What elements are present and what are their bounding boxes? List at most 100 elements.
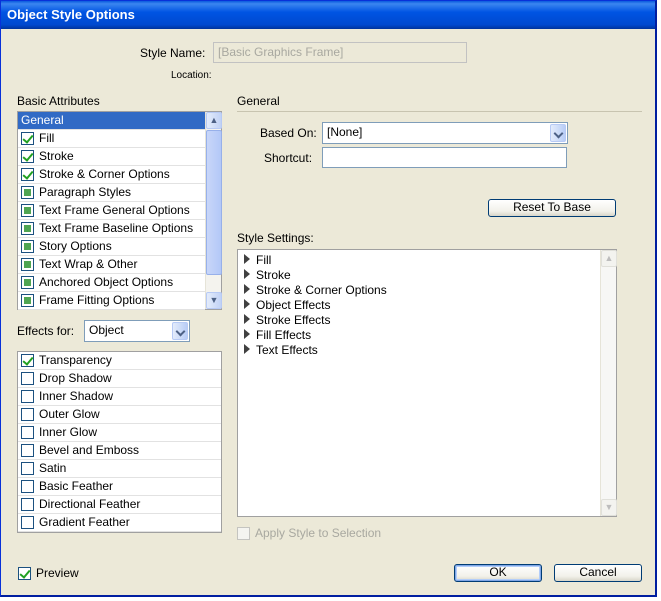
checkbox-ignore-icon[interactable] — [21, 276, 34, 289]
preview-option[interactable]: Preview — [18, 566, 79, 580]
effect-item[interactable]: Directional Feather — [18, 496, 221, 514]
scroll-down-icon[interactable]: ▼ — [206, 292, 222, 309]
style-setting-item[interactable]: Object Effects — [244, 298, 330, 312]
basic-attribute-item[interactable]: Anchored Object Options — [18, 274, 205, 292]
style-settings-label: Style Settings: — [237, 231, 314, 245]
basic-attribute-item[interactable]: Fill — [18, 130, 205, 148]
effect-checkbox[interactable] — [21, 372, 34, 385]
preview-label: Preview — [36, 566, 79, 580]
style-setting-item[interactable]: Fill — [244, 253, 271, 267]
basic-attribute-item[interactable]: Text Frame Baseline Options — [18, 220, 205, 238]
effect-checkbox[interactable] — [21, 354, 34, 367]
scroll-up-icon[interactable]: ▲ — [601, 250, 617, 267]
basic-attribute-label: Text Wrap & Other — [39, 257, 138, 271]
preview-checkbox[interactable] — [18, 567, 31, 580]
checkbox-checked-icon[interactable] — [21, 150, 34, 163]
chevron-down-icon[interactable] — [550, 124, 566, 142]
cancel-button[interactable]: Cancel — [554, 564, 642, 582]
based-on-value: [None] — [327, 125, 363, 139]
shortcut-label: Shortcut: — [264, 151, 313, 165]
checkbox-ignore-icon[interactable] — [21, 222, 34, 235]
effect-item[interactable]: Inner Shadow — [18, 388, 221, 406]
checkbox-ignore-icon[interactable] — [21, 258, 34, 271]
apply-style-checkbox[interactable] — [237, 527, 250, 540]
effect-checkbox[interactable] — [21, 444, 34, 457]
effect-checkbox[interactable] — [21, 390, 34, 403]
basic-attributes-scrollbar[interactable]: ▲ ▼ — [205, 112, 222, 309]
effect-item[interactable]: Basic Feather — [18, 478, 221, 496]
effect-label: Basic Feather — [39, 479, 114, 493]
expand-triangle-icon[interactable] — [244, 254, 250, 264]
effect-label: Bevel and Emboss — [39, 443, 140, 457]
apply-style-label: Apply Style to Selection — [255, 526, 382, 540]
style-settings-scrollbar[interactable]: ▲ ▼ — [600, 250, 617, 516]
style-setting-item[interactable]: Stroke & Corner Options — [244, 283, 387, 297]
basic-attribute-item[interactable]: Frame Fitting Options — [18, 292, 205, 310]
effect-checkbox[interactable] — [21, 498, 34, 511]
style-setting-label: Stroke Effects — [256, 313, 331, 327]
checkbox-ignore-icon[interactable] — [21, 294, 34, 307]
apply-style-option[interactable]: Apply Style to Selection — [237, 526, 381, 540]
window-title: Object Style Options — [7, 7, 135, 22]
scroll-up-icon[interactable]: ▲ — [206, 112, 222, 129]
expand-triangle-icon[interactable] — [244, 314, 250, 324]
effect-label: Outer Glow — [39, 407, 100, 421]
checkbox-checked-icon[interactable] — [21, 132, 34, 145]
style-setting-item[interactable]: Text Effects — [244, 343, 318, 357]
style-setting-item[interactable]: Stroke Effects — [244, 313, 330, 327]
effect-item[interactable]: Satin — [18, 460, 221, 478]
style-setting-item[interactable]: Fill Effects — [244, 328, 311, 342]
expand-triangle-icon[interactable] — [244, 344, 250, 354]
effect-item[interactable]: Bevel and Emboss — [18, 442, 221, 460]
effects-list: Transparency Drop Shadow Inner Shadow Outer… — [17, 351, 222, 533]
basic-attribute-item[interactable]: Story Options — [18, 238, 205, 256]
scroll-down-icon[interactable]: ▼ — [601, 499, 617, 516]
effect-checkbox[interactable] — [21, 408, 34, 421]
checkbox-checked-icon[interactable] — [21, 168, 34, 181]
style-setting-label: Text Effects — [256, 343, 318, 357]
based-on-label: Based On: — [260, 126, 317, 140]
style-name-input[interactable]: [Basic Graphics Frame] — [213, 42, 467, 63]
style-setting-label: Fill Effects — [256, 328, 312, 342]
effect-label: Gradient Feather — [39, 515, 130, 529]
style-setting-label: Stroke — [256, 268, 291, 282]
basic-attribute-label: General — [21, 113, 64, 127]
checkbox-ignore-icon[interactable] — [21, 186, 34, 199]
chevron-down-icon[interactable] — [172, 322, 188, 340]
effect-checkbox[interactable] — [21, 462, 34, 475]
expand-triangle-icon[interactable] — [244, 299, 250, 309]
basic-attribute-item[interactable]: Stroke — [18, 148, 205, 166]
ok-button[interactable]: OK — [454, 564, 542, 582]
effect-item[interactable]: Transparency — [18, 352, 221, 370]
effect-item[interactable]: Gradient Feather — [18, 514, 221, 532]
reset-to-base-button[interactable]: Reset To Base — [488, 199, 616, 217]
basic-attribute-item[interactable]: Text Frame General Options — [18, 202, 205, 220]
checkbox-ignore-icon[interactable] — [21, 204, 34, 217]
effect-checkbox[interactable] — [21, 516, 34, 529]
style-settings-tree: Fill Stroke Stroke & Corner Options Object … — [237, 249, 617, 517]
basic-attribute-item[interactable]: Stroke & Corner Options — [18, 166, 205, 184]
effect-checkbox[interactable] — [21, 426, 34, 439]
expand-triangle-icon[interactable] — [244, 269, 250, 279]
scroll-thumb[interactable] — [206, 130, 222, 275]
basic-attribute-item[interactable]: Text Wrap & Other — [18, 256, 205, 274]
based-on-dropdown[interactable]: [None] — [322, 122, 568, 144]
style-setting-item[interactable]: Stroke — [244, 268, 291, 282]
effect-item[interactable]: Outer Glow — [18, 406, 221, 424]
effect-label: Inner Glow — [39, 425, 98, 439]
basic-attribute-item[interactable]: Paragraph Styles — [18, 184, 205, 202]
shortcut-input[interactable] — [322, 147, 567, 168]
expand-triangle-icon[interactable] — [244, 284, 250, 294]
basic-attribute-item[interactable]: General — [18, 112, 205, 130]
basic-attribute-label: Text Frame General Options — [39, 203, 190, 217]
effects-for-dropdown[interactable]: Object — [84, 320, 190, 342]
basic-attribute-label: Paragraph Styles — [39, 185, 132, 199]
effect-item[interactable]: Drop Shadow — [18, 370, 221, 388]
effect-item[interactable]: Inner Glow — [18, 424, 221, 442]
style-setting-label: Fill — [256, 253, 272, 267]
effect-label: Transparency — [39, 353, 112, 367]
expand-triangle-icon[interactable] — [244, 329, 250, 339]
title-bar[interactable]: Object Style Options — [1, 1, 655, 29]
effect-checkbox[interactable] — [21, 480, 34, 493]
checkbox-ignore-icon[interactable] — [21, 240, 34, 253]
